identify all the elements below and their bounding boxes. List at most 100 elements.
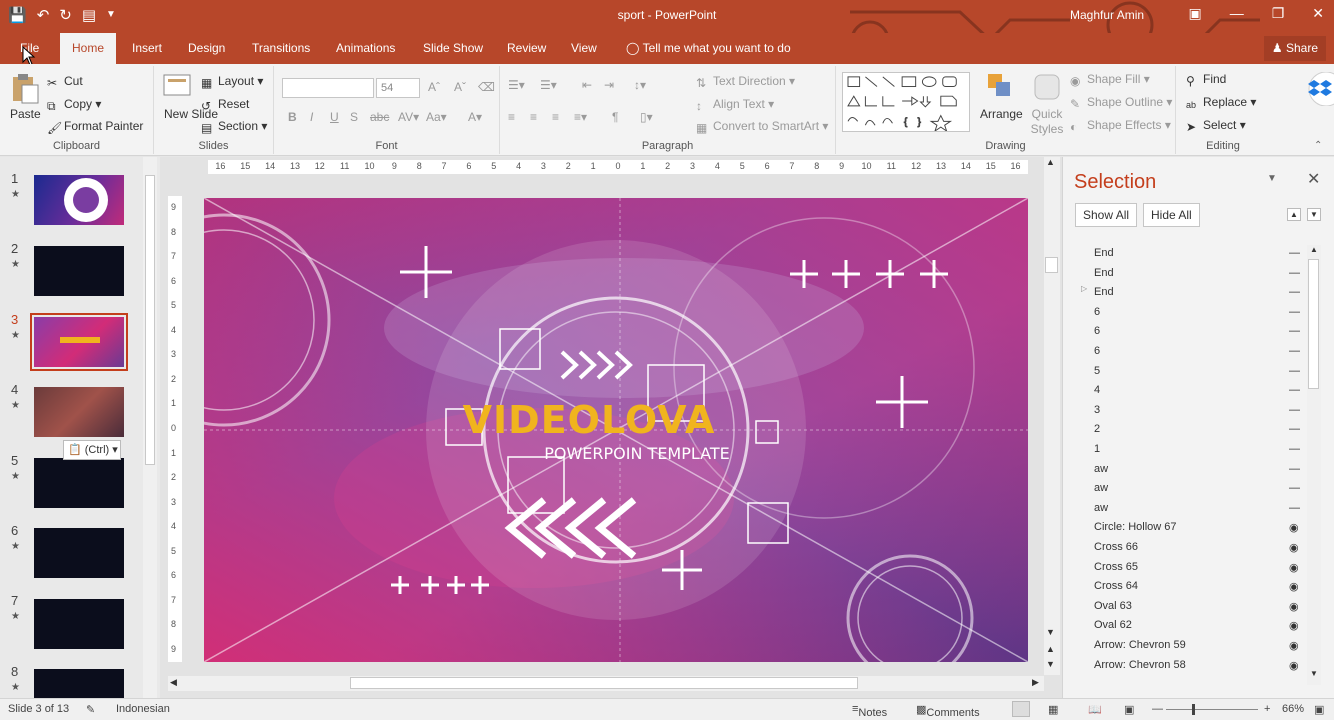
expand-group-icon[interactable]: ▷ (1081, 284, 1087, 293)
minimize-icon[interactable]: — (1230, 5, 1244, 22)
slide-thumbnail-5[interactable] (34, 458, 124, 508)
italic-icon[interactable]: I (310, 110, 313, 124)
paste-button[interactable]: Paste (10, 107, 41, 121)
align-text-button[interactable]: ↕ Align Text ▾ (696, 97, 774, 113)
hidden-dash-icon[interactable]: — (1289, 365, 1300, 377)
columns-icon[interactable]: ▯▾ (640, 110, 653, 124)
restore-icon[interactable]: ❐ (1272, 5, 1285, 22)
font-size-combo[interactable]: 54 (376, 78, 420, 98)
selection-item[interactable]: aw (1094, 482, 1108, 494)
visibility-eye-icon[interactable]: ◉ (1289, 541, 1299, 554)
line-spacing-icon[interactable]: ↕▾ (634, 78, 646, 92)
slide-thumbnail-6[interactable] (34, 528, 124, 578)
decrease-indent-icon[interactable]: ⇤ (582, 78, 592, 92)
shape-effects-button[interactable]: ◐ Shape Effects ▾ (1070, 118, 1171, 134)
selection-item[interactable]: Arrow: Chevron 58 (1094, 659, 1186, 671)
ribbon-display-icon[interactable]: ▣ (1188, 5, 1201, 22)
slide-thumbnail-1[interactable] (34, 175, 124, 225)
close-pane-icon[interactable]: ✕ (1307, 169, 1320, 189)
selection-item[interactable]: Oval 62 (1094, 619, 1132, 631)
hidden-dash-icon[interactable]: — (1289, 325, 1300, 337)
slide-sorter-icon[interactable]: ▦ (1048, 703, 1058, 716)
visibility-eye-icon[interactable]: ◉ (1289, 619, 1299, 632)
user-name[interactable]: Maghfur Amin (1070, 8, 1144, 22)
quick-styles-icon[interactable] (1032, 72, 1062, 104)
slide-subtitle[interactable]: POWERPOIN TEMPLATE (522, 444, 752, 463)
selection-item[interactable]: 6 (1094, 345, 1100, 357)
convert-smartart-button[interactable]: ▦ Convert to SmartArt ▾ (696, 119, 828, 135)
selection-item[interactable]: End (1094, 286, 1114, 298)
slide-thumbnail-4[interactable] (34, 387, 124, 437)
visibility-eye-icon[interactable]: ◉ (1289, 659, 1299, 672)
hidden-dash-icon[interactable]: — (1289, 443, 1300, 455)
zoom-out-icon[interactable]: — (1152, 703, 1163, 715)
layout-button[interactable]: ▦ Layout ▾ (201, 74, 263, 90)
tell-me-search[interactable]: ◯ Tell me what you want to do (618, 33, 799, 64)
hidden-dash-icon[interactable]: — (1289, 423, 1300, 435)
fit-to-window-icon[interactable]: ▣ (1314, 703, 1324, 716)
language-indicator[interactable]: Indonesian (116, 703, 170, 715)
increase-font-icon[interactable]: Aˆ (428, 80, 440, 94)
shapes-gallery[interactable]: {} (842, 72, 970, 132)
tab-insert[interactable]: Insert (124, 33, 170, 64)
selection-item[interactable]: 2 (1094, 423, 1100, 435)
change-case-icon[interactable]: Aa▾ (426, 110, 447, 124)
selection-item[interactable]: Cross 65 (1094, 561, 1138, 573)
tab-home[interactable]: Home (60, 33, 116, 64)
slide-thumbnail-3[interactable] (30, 313, 128, 371)
selection-item[interactable]: 3 (1094, 404, 1100, 416)
format-painter-button[interactable]: 🖌 Format Painter (47, 119, 143, 135)
hidden-dash-icon[interactable]: — (1289, 404, 1300, 416)
decrease-font-icon[interactable]: Aˇ (454, 80, 466, 94)
selection-item[interactable]: 6 (1094, 325, 1100, 337)
pane-options-icon[interactable]: ▼ (1267, 173, 1277, 184)
tab-animations[interactable]: Animations (328, 33, 403, 64)
copy-button[interactable]: ⧉ Copy ▾ (47, 97, 101, 113)
font-name-combo[interactable] (282, 78, 374, 98)
cut-button[interactable]: ✂ Cut (47, 74, 83, 90)
clear-formatting-icon[interactable]: ⌫ (478, 80, 495, 94)
slide-canvas[interactable]: VIDEOLOVA POWERPOIN TEMPLATE (204, 198, 1028, 662)
previous-slide-icon[interactable]: ▲ (1046, 644, 1055, 654)
selection-item[interactable]: 6 (1094, 306, 1100, 318)
hidden-dash-icon[interactable]: — (1289, 247, 1300, 259)
paste-options-button[interactable]: 📋 (Ctrl) ▾ (63, 440, 121, 460)
tab-slide-show[interactable]: Slide Show (415, 33, 491, 64)
comments-button[interactable]: ▩ Comments (916, 703, 980, 719)
reset-button[interactable]: ↺ Reset (201, 97, 249, 113)
char-spacing-icon[interactable]: AV▾ (398, 110, 419, 124)
bullets-icon[interactable]: ☰▾ (508, 78, 525, 92)
font-color-icon[interactable]: A▾ (468, 110, 482, 124)
visibility-eye-icon[interactable]: ◉ (1289, 580, 1299, 593)
selection-item[interactable]: Cross 64 (1094, 580, 1138, 592)
spellcheck-icon[interactable]: ✎ (86, 703, 95, 716)
send-backward-icon[interactable]: ▼ (1307, 208, 1321, 221)
zoom-in-icon[interactable]: + (1264, 703, 1270, 715)
align-right-icon[interactable]: ≡ (552, 110, 559, 124)
replace-button[interactable]: ab Replace ▾ (1186, 95, 1256, 114)
scrollbar-thumb[interactable] (1308, 259, 1319, 389)
hidden-dash-icon[interactable]: — (1289, 463, 1300, 475)
hidden-dash-icon[interactable]: — (1289, 384, 1300, 396)
strikethrough-icon[interactable]: abc (370, 110, 389, 124)
tab-design[interactable]: Design (180, 33, 233, 64)
zoom-slider-thumb[interactable] (1192, 704, 1195, 715)
shadow-icon[interactable]: S (350, 110, 358, 124)
scrollbar-thumb[interactable] (1045, 257, 1058, 273)
slideshow-view-icon[interactable]: ▣ (1124, 703, 1134, 716)
new-slide-icon[interactable] (162, 72, 192, 104)
slides-scrollbar[interactable] (143, 157, 157, 698)
slide-thumbnail-8[interactable] (34, 669, 124, 698)
hidden-dash-icon[interactable]: — (1289, 286, 1300, 298)
section-button[interactable]: ▤ Section ▾ (201, 119, 267, 135)
shape-fill-button[interactable]: ◉ Shape Fill ▾ (1070, 72, 1150, 88)
scroll-up-icon[interactable]: ▲ (1310, 245, 1318, 254)
slide-thumbnail-2[interactable] (34, 246, 124, 296)
normal-view-icon[interactable] (1012, 701, 1030, 717)
next-slide-icon[interactable]: ▼ (1046, 659, 1055, 669)
bold-icon[interactable]: B (288, 110, 297, 124)
selection-item[interactable]: aw (1094, 463, 1108, 475)
notes-button[interactable]: ≡ Notes (852, 703, 887, 719)
hidden-dash-icon[interactable]: — (1289, 482, 1300, 494)
tab-review[interactable]: Review (499, 33, 554, 64)
